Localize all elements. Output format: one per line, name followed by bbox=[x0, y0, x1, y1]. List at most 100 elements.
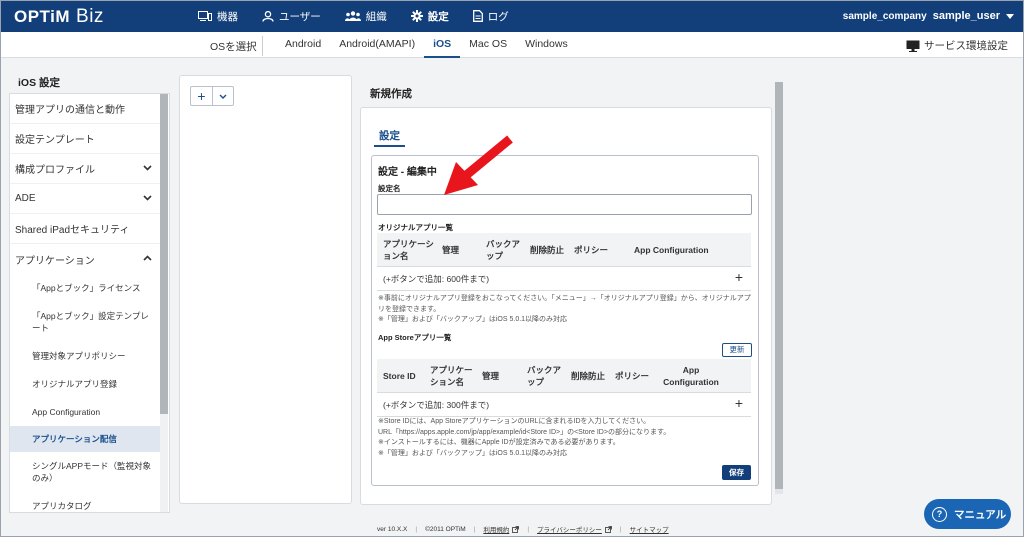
add-app-store-app-button[interactable]: + bbox=[735, 395, 743, 411]
divider bbox=[262, 36, 263, 56]
sidebar-item-setting-template[interactable]: 設定テンプレート bbox=[10, 124, 160, 154]
add-button[interactable]: + bbox=[191, 87, 213, 105]
sidebar-item-ade[interactable]: ADE bbox=[10, 184, 160, 214]
divider: | bbox=[619, 525, 622, 533]
sidebar-subitem-app-distribution[interactable]: アプリケーション配信 bbox=[10, 426, 160, 452]
note-text: URL「https://apps.apple.com/jp/app/exampl… bbox=[378, 428, 671, 436]
sidebar-subitem-single-app-mode[interactable]: シングルAPPモード（監視対象のみ） bbox=[10, 452, 160, 492]
logo-main: OPTiM bbox=[14, 7, 71, 26]
monitor-icon bbox=[906, 40, 920, 52]
note-text: ※「管理」および「バックアップ」はiOS 5.0.1以降のみ対応 bbox=[378, 316, 568, 323]
nav-organization[interactable]: 組織 bbox=[333, 0, 399, 32]
sidebar-scrollbar-thumb[interactable] bbox=[160, 94, 168, 414]
column-header: バックアップ bbox=[527, 365, 562, 387]
nav-label: 組織 bbox=[365, 10, 387, 23]
chevron-down-icon bbox=[219, 94, 227, 99]
column-header: 管理 bbox=[482, 371, 500, 381]
nav-label: ユーザー bbox=[279, 10, 321, 23]
external-link-icon bbox=[605, 525, 612, 533]
tab-windows[interactable]: Windows bbox=[516, 32, 577, 58]
tab-macos[interactable]: Mac OS bbox=[460, 32, 516, 58]
save-button[interactable]: 保存 bbox=[722, 465, 751, 480]
nav-devices[interactable]: 機器 bbox=[186, 0, 250, 32]
column-header: 削除防止 bbox=[571, 371, 606, 381]
caret-down-icon bbox=[1006, 13, 1014, 19]
sidebar-item-label: 設定テンプレート bbox=[15, 135, 95, 146]
sidebar-list: 管理アプリの通信と動作 設定テンプレート 構成プロファイル ADE Shared… bbox=[10, 94, 160, 512]
nav-log[interactable]: ログ bbox=[461, 0, 521, 32]
sidebar-subitem-original-app[interactable]: オリジナルアプリ登録 bbox=[10, 370, 160, 398]
chevron-up-icon bbox=[143, 255, 152, 261]
app-store-section-title: App Storeアプリ一覧 bbox=[378, 333, 452, 342]
column-header: App Configuration bbox=[663, 365, 719, 387]
sidebar-item-app-communication[interactable]: 管理アプリの通信と動作 bbox=[10, 94, 160, 124]
sidebar-subitem-vpp-license[interactable]: 「Appとブック」ライセンス bbox=[10, 274, 160, 302]
device-icon bbox=[198, 11, 212, 21]
add-dropdown-button[interactable] bbox=[213, 87, 233, 105]
sidebar-subitem-app-catalog[interactable]: アプリカタログ bbox=[10, 492, 160, 512]
user-icon bbox=[262, 10, 274, 22]
manual-button[interactable]: ? マニュアル bbox=[924, 499, 1011, 529]
sidebar-subitem-vpp-template[interactable]: 「Appとブック」設定テンプレート bbox=[10, 302, 160, 342]
red-arrow-annotation bbox=[444, 135, 513, 195]
setting-name-label: 設定名 bbox=[378, 184, 401, 193]
footer: ver 10.X.X | ©2011 OPTiM | 利用規約 | プライバシー… bbox=[377, 524, 669, 535]
chevron-down-icon bbox=[143, 165, 152, 171]
service-settings-link[interactable]: サービス環境設定 bbox=[906, 38, 1008, 53]
sidebar-item-label: 構成プロファイル bbox=[15, 165, 95, 176]
sidebar: 管理アプリの通信と動作 設定テンプレート 構成プロファイル ADE Shared… bbox=[9, 93, 170, 513]
column-header: ポリシー bbox=[615, 371, 650, 381]
original-app-notes: ※事前にオリジナルアプリ登録をおこなってください。「メニュー」→「オリジナルアプ… bbox=[378, 294, 752, 326]
top-navigation-bar: OPTiM Biz 機器 ユーザー 組織 設定 ログ sample_company… bbox=[0, 0, 1024, 32]
divider: | bbox=[473, 525, 476, 533]
sidebar-subitem-app-configuration[interactable]: App Configuration bbox=[10, 398, 160, 426]
sidebar-subitem-label: 「Appとブック」設定テンプレート bbox=[32, 311, 149, 333]
column-header: 削除防止 bbox=[530, 245, 565, 255]
sidebar-item-config-profile[interactable]: 構成プロファイル bbox=[10, 154, 160, 184]
user-name: sample_user bbox=[932, 10, 1000, 22]
privacy-policy-link[interactable]: プライバシーポリシー bbox=[537, 524, 602, 534]
company-name: sample_company bbox=[842, 10, 927, 22]
tab-android-amapi[interactable]: Android(AMAPI) bbox=[330, 32, 424, 58]
sidebar-subitem-label: オリジナルアプリ登録 bbox=[32, 379, 118, 389]
account-menu[interactable]: sample_company sample_user bbox=[843, 10, 1014, 22]
divider: | bbox=[415, 525, 418, 533]
column-header: App Configuration bbox=[634, 245, 709, 255]
tab-ios[interactable]: iOS bbox=[424, 32, 461, 58]
logo-sub: Biz bbox=[76, 6, 104, 27]
original-app-table-header: アプリケーション名 管理 バックアップ 削除防止 ポリシー App Config… bbox=[377, 233, 751, 267]
sidebar-item-applications[interactable]: アプリケーション bbox=[10, 244, 160, 274]
nav-label: ログ bbox=[487, 10, 509, 23]
terms-link[interactable]: 利用規約 bbox=[483, 524, 509, 534]
sidebar-item-shared-ipad[interactable]: Shared iPadセキュリティ bbox=[10, 214, 160, 244]
tab-android[interactable]: Android bbox=[276, 32, 330, 58]
column-header: アプリケーション名 bbox=[383, 239, 434, 261]
setting-name-input[interactable] bbox=[377, 194, 752, 215]
main-nav: 機器 ユーザー 組織 設定 ログ bbox=[186, 0, 521, 32]
sidebar-subitem-label: 管理対象アプリポリシー bbox=[32, 351, 126, 361]
optim-biz-logo[interactable]: OPTiM Biz bbox=[14, 6, 104, 28]
main-scrollbar-thumb[interactable] bbox=[775, 82, 783, 489]
help-icon: ? bbox=[932, 506, 947, 522]
column-header: バックアップ bbox=[486, 239, 521, 261]
add-row-hint: (+ボタンで追加: 300件まで) bbox=[383, 400, 490, 410]
sidebar-subitem-label: アプリカタログ bbox=[32, 501, 92, 511]
column-header: 管理 bbox=[442, 245, 460, 255]
note-text: ※インストールするには、機器にApple IDが設定済みである必要があります。 bbox=[378, 439, 620, 446]
sidebar-subitem-managed-app-policy[interactable]: 管理対象アプリポリシー bbox=[10, 342, 160, 370]
app-store-table-header: Store ID アプリケーション名 管理 バックアップ 削除防止 ポリシー A… bbox=[377, 359, 751, 393]
sidebar-item-label: ADE bbox=[15, 193, 36, 204]
sidebar-item-label: 管理アプリの通信と動作 bbox=[15, 105, 125, 116]
refresh-button[interactable]: 更新 bbox=[722, 343, 752, 357]
sidebar-item-label: Shared iPadセキュリティ bbox=[15, 225, 130, 236]
gear-icon bbox=[410, 10, 423, 22]
add-row-hint: (+ボタンで追加: 600件まで) bbox=[383, 274, 490, 284]
tab-settings[interactable]: 設定 bbox=[374, 123, 405, 147]
add-original-app-button[interactable]: + bbox=[735, 269, 743, 285]
log-icon bbox=[472, 10, 483, 22]
page-title: 新規作成 bbox=[370, 88, 412, 100]
sitemap-link[interactable]: サイトマップ bbox=[630, 524, 669, 534]
nav-settings[interactable]: 設定 bbox=[399, 0, 461, 32]
nav-users[interactable]: ユーザー bbox=[250, 0, 333, 32]
nav-label: 機器 bbox=[217, 10, 238, 23]
